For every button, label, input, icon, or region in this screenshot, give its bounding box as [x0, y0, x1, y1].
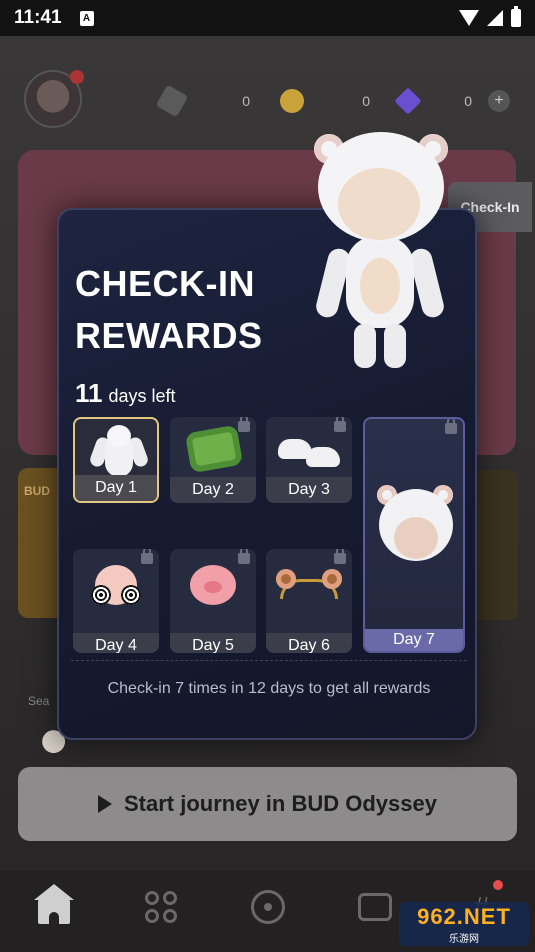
modal-title: CHECK-IN REWARDS	[75, 263, 263, 356]
status-time: 11:41	[14, 7, 62, 28]
day-4-reward[interactable]: Day 4	[73, 549, 159, 653]
currency-hexagon[interactable]: 0	[150, 84, 260, 118]
currency-diamond[interactable]: 0 +	[386, 86, 510, 116]
hexagon-coin-icon	[155, 84, 189, 118]
days-left-number: 11	[75, 378, 103, 408]
day-label: Day 2	[170, 477, 256, 503]
discover-grid-icon	[144, 891, 177, 923]
status-bar: 11:41 A	[0, 0, 535, 36]
day-label: Day 4	[73, 633, 159, 653]
nav-live[interactable]	[243, 882, 293, 932]
lock-icon	[238, 417, 250, 432]
status-icons	[459, 6, 521, 27]
notification-a-icon: A	[79, 10, 94, 26]
polar-bear-character	[310, 128, 450, 374]
live-radar-icon	[250, 890, 285, 924]
day-label: Day 7	[365, 629, 463, 651]
currency-value: 0	[242, 93, 250, 109]
lock-icon	[334, 417, 346, 432]
bud-label: BUD	[24, 484, 50, 498]
lock-icon	[334, 549, 346, 564]
signal-icon	[487, 10, 503, 26]
chat-icon	[357, 893, 392, 921]
day-3-reward[interactable]: Day 3	[266, 417, 352, 503]
currency-value: 0	[464, 93, 472, 109]
day-1-reward[interactable]: Day 1	[73, 417, 159, 503]
lock-icon	[445, 419, 457, 434]
lock-icon	[141, 549, 153, 564]
day-label: Day 6	[266, 633, 352, 653]
watermark-sub: 乐游网	[449, 933, 479, 945]
day-label: Day 1	[75, 475, 157, 501]
day-5-reward[interactable]: Day 5	[170, 549, 256, 653]
watermark: 962.NET 乐游网	[399, 902, 529, 946]
day-6-reward[interactable]: Day 6	[266, 549, 352, 653]
notification-dot	[493, 880, 503, 890]
start-journey-label: Start journey in BUD Odyssey	[124, 791, 437, 816]
divider	[71, 660, 467, 661]
background-left-text: Sea	[28, 694, 50, 708]
start-journey-button[interactable]: Start journey in BUD Odyssey	[18, 767, 517, 841]
avatar[interactable]	[24, 70, 84, 128]
day-label: Day 5	[170, 633, 256, 653]
diamond-icon	[394, 87, 422, 115]
wifi-icon	[459, 10, 479, 26]
top-bar: 0 0 0 +	[22, 68, 513, 128]
add-diamond-button[interactable]: +	[488, 90, 510, 112]
days-left: 11 days left	[75, 378, 176, 409]
home-icon	[33, 884, 74, 924]
gold-coin-icon	[280, 89, 304, 113]
days-left-text: days left	[108, 386, 176, 406]
battery-icon	[511, 6, 521, 27]
currency-gold[interactable]: 0	[270, 86, 380, 116]
day-7-reward[interactable]: Day 7	[363, 417, 465, 653]
watermark-logo: 962.NET	[417, 903, 511, 929]
play-icon	[98, 795, 112, 813]
currency-value: 0	[362, 93, 370, 109]
day-2-reward[interactable]: Day 2	[170, 417, 256, 503]
pig-plush-icon	[190, 565, 236, 605]
nav-discover[interactable]	[136, 882, 186, 932]
lock-icon	[238, 549, 250, 564]
nav-home[interactable]	[29, 882, 79, 932]
checkin-footer-text: Check-in 7 times in 12 days to get all r…	[107, 680, 431, 697]
day-label: Day 3	[266, 477, 352, 503]
nav-chat[interactable]	[350, 882, 400, 932]
green-top-icon	[184, 424, 244, 474]
